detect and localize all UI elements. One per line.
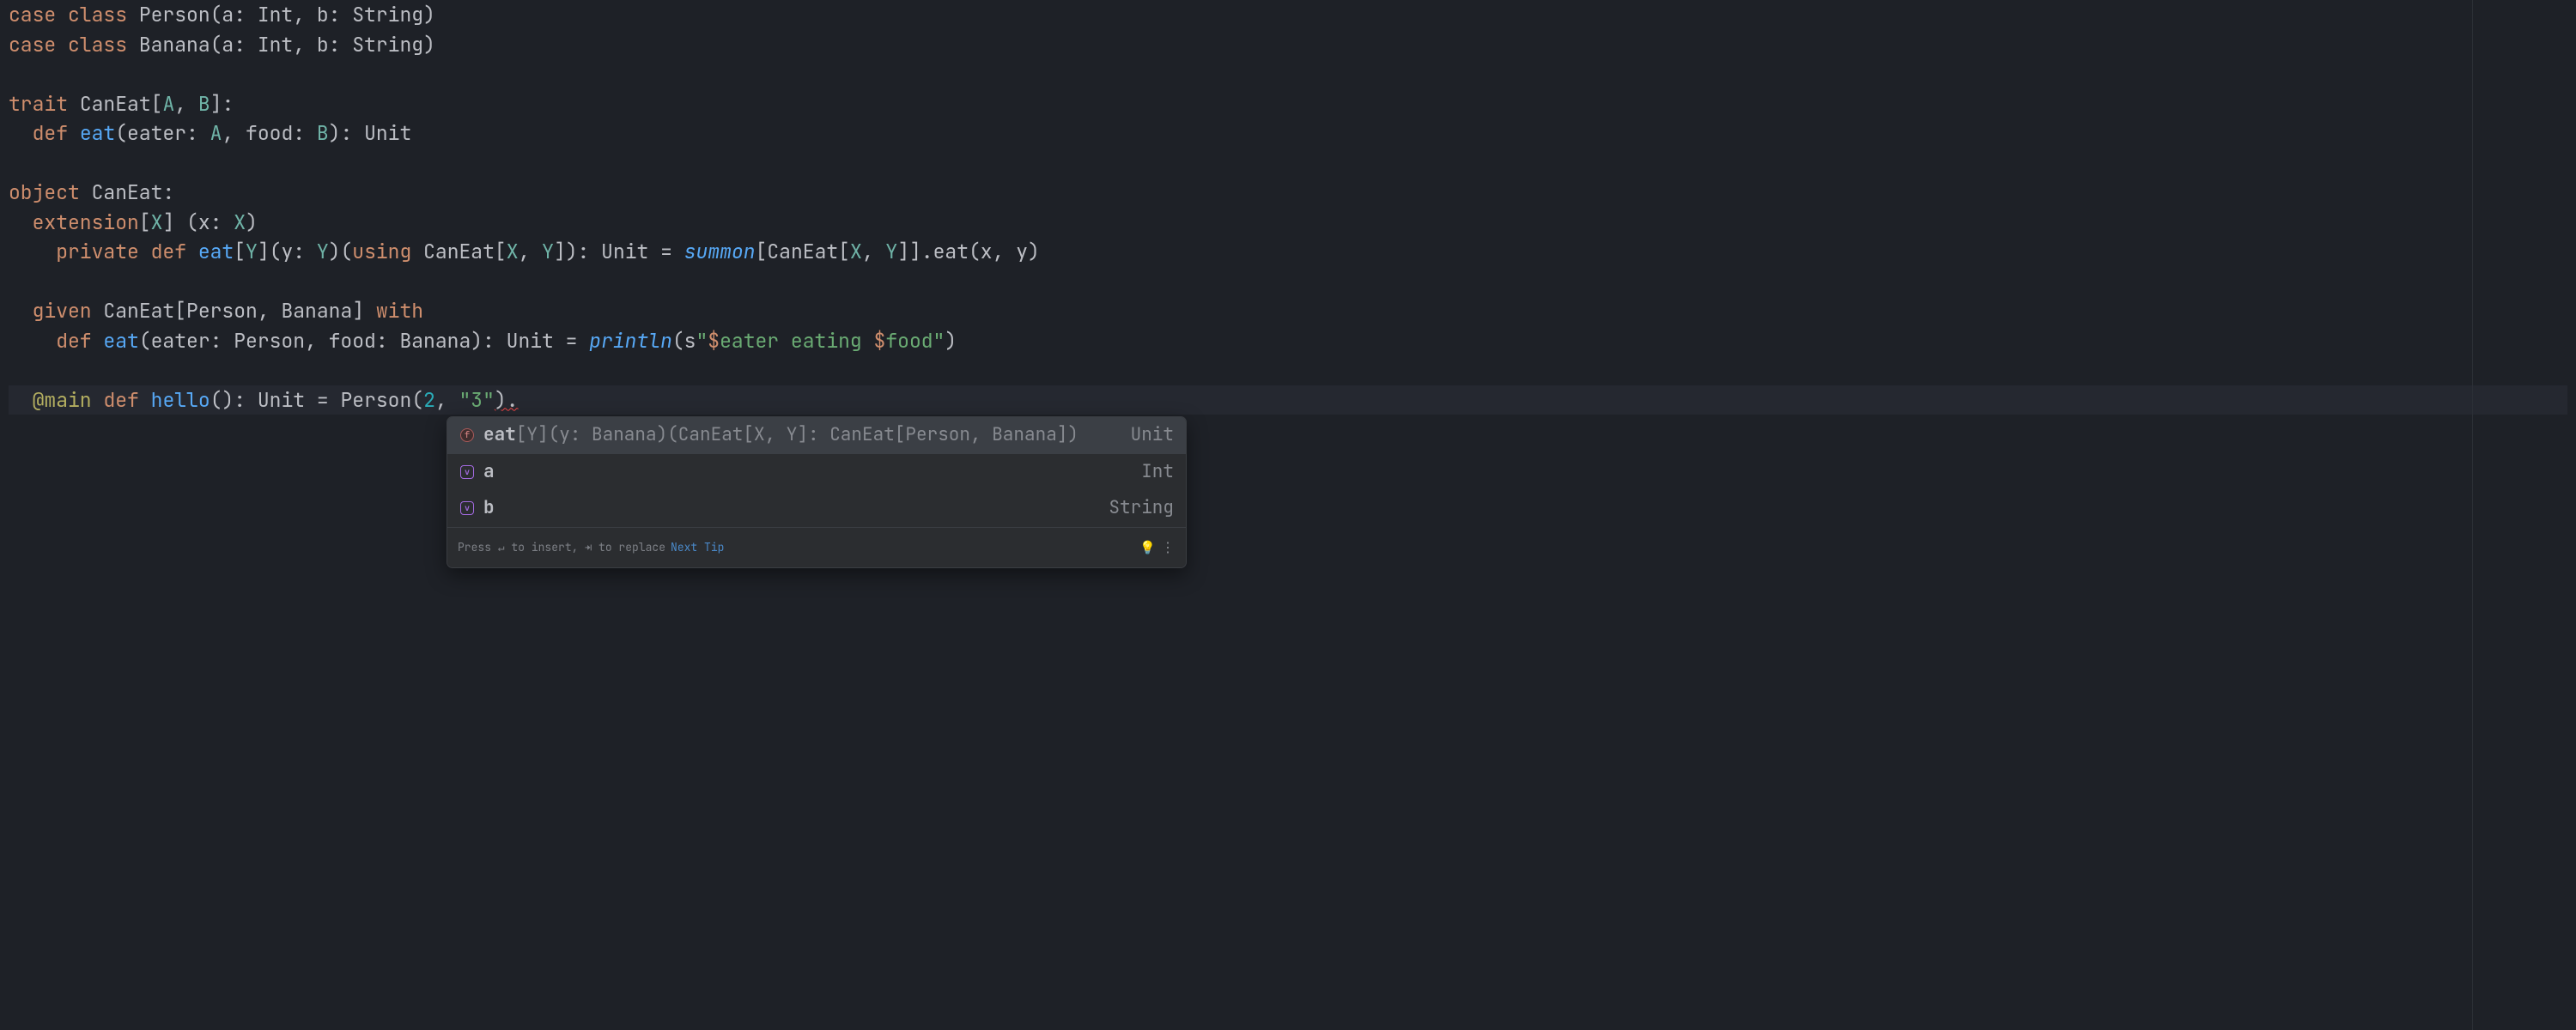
code-line[interactable]: private def eat[Y](y: Y)(using CanEat[X,… bbox=[9, 237, 2567, 267]
annotation: @main bbox=[33, 387, 92, 413]
autocomplete-footer: Press ↵ to insert, ⇥ to replace Next Tip… bbox=[447, 527, 1186, 568]
keyword: case class bbox=[9, 2, 139, 27]
code-line[interactable]: def eat(eater: Person, food: Banana): Un… bbox=[9, 326, 2567, 356]
code-line[interactable] bbox=[9, 59, 2567, 89]
class-name: Person bbox=[139, 2, 210, 27]
code-line[interactable]: extension[X] (x: X) bbox=[9, 208, 2567, 238]
keyword: case class bbox=[9, 32, 139, 58]
code-line[interactable]: object CanEat: bbox=[9, 178, 2567, 208]
autocomplete-item[interactable]: v a Int bbox=[447, 454, 1186, 491]
return-type: Unit bbox=[1131, 421, 1174, 451]
autocomplete-item[interactable]: f eat[Y](y: Banana)(CanEat[X, Y]: CanEat… bbox=[447, 417, 1186, 454]
return-type: Int bbox=[1141, 457, 1174, 488]
function-icon: f bbox=[459, 428, 475, 442]
next-tip-link[interactable]: Next Tip bbox=[671, 533, 724, 563]
code-line[interactable]: def eat(eater: A, food: B): Unit bbox=[9, 118, 2567, 148]
autocomplete-popup[interactable]: f eat[Y](y: Banana)(CanEat[X, Y]: CanEat… bbox=[447, 416, 1187, 568]
error-location: ). bbox=[495, 387, 519, 413]
return-type: String bbox=[1109, 494, 1174, 524]
code-line-current[interactable]: @main def hello(): Unit = Person(2, "3")… bbox=[9, 385, 2567, 415]
autocomplete-item[interactable]: v b String bbox=[447, 490, 1186, 527]
code-line[interactable]: given CanEat[Person, Banana] with bbox=[9, 296, 2567, 326]
more-icon[interactable]: ⋮ bbox=[1161, 533, 1176, 563]
code-editor[interactable]: case class Person(a: Int, b: String) cas… bbox=[0, 0, 2576, 1030]
code-line[interactable] bbox=[9, 148, 2567, 179]
code-line[interactable]: case class Person(a: Int, b: String) bbox=[9, 0, 2567, 30]
code-line[interactable]: trait CanEat[A, B]: bbox=[9, 89, 2567, 119]
code-line[interactable] bbox=[9, 355, 2567, 385]
value-icon: v bbox=[459, 501, 475, 515]
footer-hint: Press ↵ to insert, ⇥ to replace bbox=[458, 533, 665, 563]
bulb-icon[interactable]: 💡 bbox=[1139, 533, 1156, 563]
code-line[interactable]: case class Banana(a: Int, b: String) bbox=[9, 30, 2567, 60]
value-icon: v bbox=[459, 465, 475, 479]
code-line[interactable] bbox=[9, 267, 2567, 297]
